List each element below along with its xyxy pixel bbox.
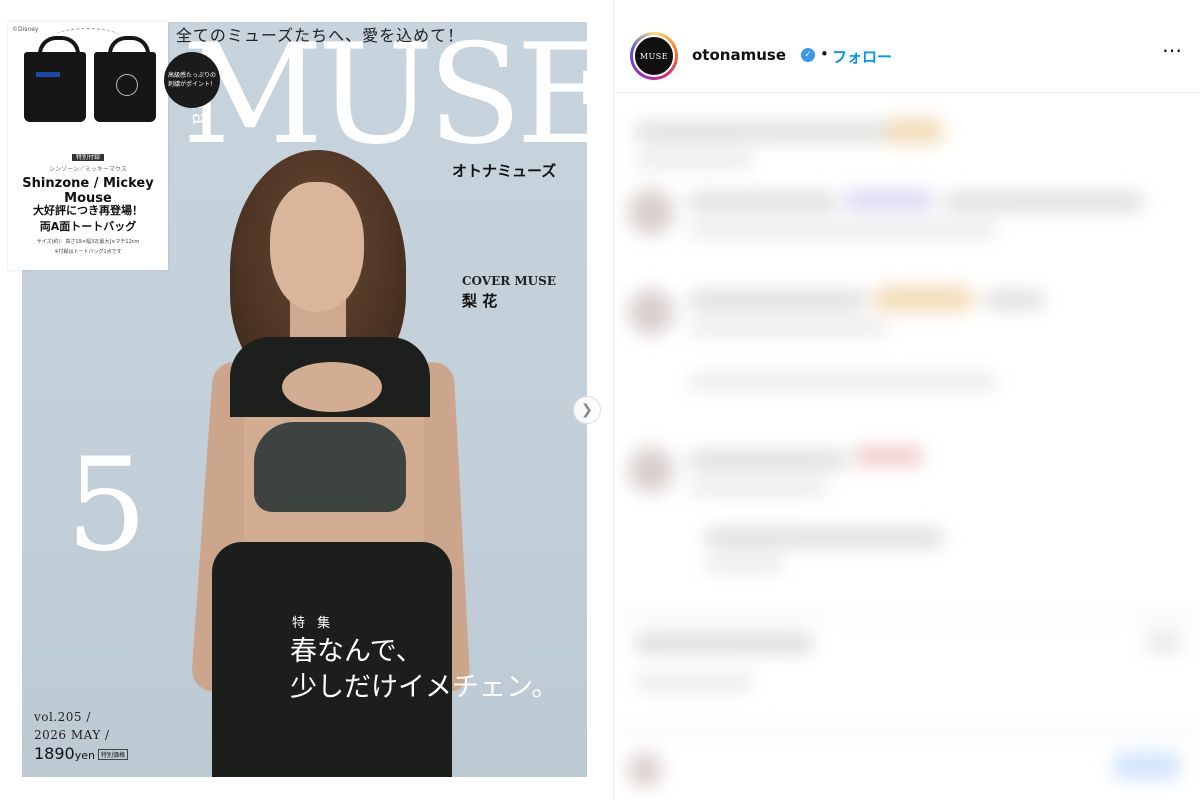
- avatar: MUSE: [633, 35, 675, 77]
- more-options-icon[interactable]: ⋯: [1162, 38, 1183, 62]
- issue-number: 5: [66, 431, 148, 580]
- username-link[interactable]: otonamuse: [692, 46, 786, 64]
- bonus-tag-sub: シンゾーン／ミッキーマウス: [49, 166, 127, 173]
- bonus-badge: 高級感たっぷりの刺繍がポイント！: [164, 52, 220, 108]
- disney-copyright: ©Disney: [12, 26, 39, 33]
- chevron-right-icon: ❯: [581, 402, 593, 418]
- tote-bag-front: [24, 36, 86, 122]
- issue-date: 2026 MAY /: [34, 728, 110, 742]
- issue-price-value: 1890: [34, 744, 75, 763]
- bonus-size-note: サイズ(約)：高さ19×幅32[最大]×マチ12cm: [36, 239, 140, 245]
- cover-tagline: 全てのミューズたちへ、愛を込めて！: [175, 26, 465, 45]
- blurred-comments-area: [614, 93, 1200, 800]
- carousel-next-button[interactable]: ❯: [573, 396, 601, 424]
- bonus-bag-note: ※付録はトートバッグ1点です: [54, 249, 122, 255]
- avatar-story-ring[interactable]: MUSE: [630, 32, 678, 80]
- separator-dot: •: [820, 45, 829, 63]
- bonus-line-2: 両A面トートバッグ: [39, 220, 137, 233]
- feature-label: 特 集: [292, 616, 335, 631]
- issue-price: 1890yen 特別価格: [34, 744, 128, 763]
- feature-headline-line2: 少しだけイメチェン。: [290, 672, 559, 703]
- bonus-tag: 特別付録: [8, 152, 168, 161]
- price-tag: 特別価格: [97, 749, 128, 760]
- post-sidebar: MUSE otonamuse ✓ • フォロー ⋯: [613, 0, 1200, 800]
- bonus-gift-panel: ©Disney 特別付録 シンゾーン／ミッキーマウス Shinzone / Mi…: [8, 22, 168, 270]
- feature-headline: 春なんで、 少しだけイメチェン。: [290, 634, 587, 706]
- verified-badge-icon: ✓: [801, 48, 815, 62]
- post-header: MUSE otonamuse ✓ • フォロー ⋯: [614, 0, 1200, 93]
- issue-volume: vol.205 /: [34, 710, 91, 724]
- issue-price-unit: yen: [74, 749, 95, 762]
- cover-muse-label: COVER MUSE: [462, 274, 556, 288]
- post-media-carousel[interactable]: otona MUSE オトナミューズ COVER MUSE 梨 花 5 特 集 …: [0, 0, 612, 800]
- cover-muse-name: 梨 花: [462, 292, 498, 310]
- tote-bag-mickey: [94, 36, 156, 122]
- follow-button[interactable]: フォロー: [832, 46, 892, 67]
- feature-headline-line1: 春なんで、: [290, 636, 423, 667]
- bonus-line-1: 大好評につき再登場！: [33, 204, 143, 217]
